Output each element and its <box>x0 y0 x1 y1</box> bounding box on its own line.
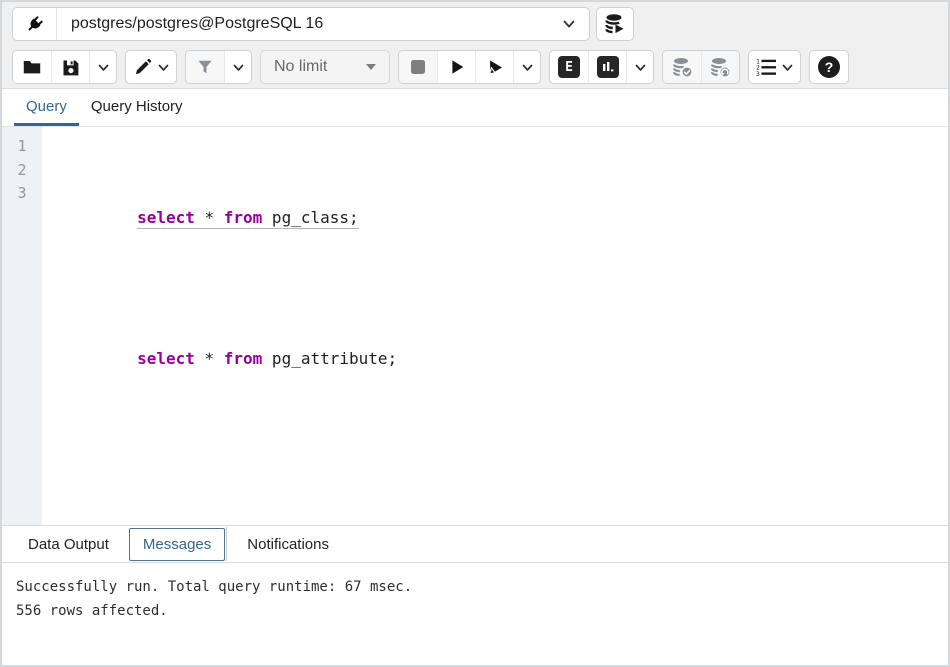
sql-text: pg_class; <box>262 208 358 227</box>
code-line-3: select * from pg_attribute; <box>60 323 948 347</box>
line-number: 1 <box>2 135 42 159</box>
tab-query-label: Query <box>26 98 67 115</box>
connection-value: postgres/postgres@PostgreSQL 16 <box>71 15 561 33</box>
messages-panel: Successfully run. Total query runtime: 6… <box>2 563 948 665</box>
explain-button[interactable]: E <box>550 51 588 83</box>
tab-query-history-label: Query History <box>91 98 183 115</box>
save-floppy-icon <box>60 57 81 78</box>
bar-chart-icon <box>597 56 619 78</box>
tab-data-output-label: Data Output <box>28 536 109 553</box>
sql-text: * <box>195 208 224 227</box>
stop-square-icon <box>409 58 427 76</box>
chevron-down-icon <box>634 61 647 74</box>
help-button-group: ? <box>809 50 849 84</box>
question-mark-icon: ? <box>818 56 840 78</box>
connection-status-button[interactable] <box>13 8 57 40</box>
tab-data-output[interactable]: Data Output <box>16 528 121 561</box>
line-number-gutter: 1 2 3 <box>2 127 42 525</box>
message-runtime: Successfully run. Total query runtime: 6… <box>16 575 934 599</box>
tab-messages[interactable]: Messages <box>129 528 225 561</box>
database-arrow-icon <box>604 13 626 35</box>
plug-icon <box>23 12 47 36</box>
tab-query-history[interactable]: Query History <box>79 89 195 126</box>
filter-funnel-icon <box>195 57 215 77</box>
sql-editor[interactable]: 1 2 3 select * from pg_class; select * f… <box>2 127 948 525</box>
rollback-button[interactable] <box>701 51 739 83</box>
executed-statement: select * from pg_class; <box>137 207 359 229</box>
chevron-down-icon <box>97 61 110 74</box>
edit-button-group <box>125 50 177 84</box>
execute-button-group <box>398 50 541 84</box>
play-from-cursor-icon <box>484 57 505 78</box>
explain-menu-button[interactable] <box>626 51 653 83</box>
new-connection-button[interactable] <box>596 7 634 41</box>
macro-button-group: 1 2 3 <box>748 50 801 84</box>
sql-text: pg_attribute; <box>262 349 397 368</box>
tab-notifications[interactable]: Notifications <box>235 528 341 561</box>
commit-button[interactable] <box>663 51 701 83</box>
explain-button-group: E <box>549 50 654 84</box>
help-button[interactable]: ? <box>810 51 848 83</box>
sql-text: * <box>195 349 224 368</box>
output-tab-bar: Data Output Messages Notifications <box>2 525 948 563</box>
chevron-down-icon <box>521 61 534 74</box>
database-rollback-icon <box>709 56 732 79</box>
sql-keyword: from <box>224 349 263 368</box>
filter-button[interactable] <box>186 51 224 83</box>
sql-keyword: select <box>137 208 195 227</box>
save-button[interactable] <box>51 51 89 83</box>
connection-bar: postgres/postgres@PostgreSQL 16 <box>2 2 948 46</box>
sql-keyword: select <box>137 349 195 368</box>
tab-divider <box>226 527 227 561</box>
connection-selector[interactable]: postgres/postgres@PostgreSQL 16 <box>57 8 589 40</box>
code-line-1: select * from pg_class; <box>60 182 948 206</box>
save-menu-button[interactable] <box>89 51 116 83</box>
file-button-group <box>12 50 117 84</box>
row-limit-value: No limit <box>274 58 327 76</box>
message-rows-affected: 556 rows affected. <box>16 599 934 623</box>
numbered-list-icon: 1 2 3 <box>755 57 777 77</box>
query-toolbar: No limit <box>2 46 948 89</box>
code-line-2 <box>60 253 948 277</box>
execute-menu-button[interactable] <box>513 51 540 83</box>
tab-messages-label: Messages <box>143 536 211 553</box>
chevron-down-icon <box>157 61 170 74</box>
svg-text:3: 3 <box>756 71 760 77</box>
execute-from-cursor-button[interactable] <box>475 51 513 83</box>
tab-query[interactable]: Query <box>14 89 79 126</box>
select-arrow-icon <box>366 64 376 70</box>
chevron-down-icon <box>781 61 794 74</box>
transaction-button-group <box>662 50 740 84</box>
edit-menu-button[interactable] <box>126 51 176 83</box>
code-area[interactable]: select * from pg_class; select * from pg… <box>42 127 948 525</box>
explain-e-icon: E <box>558 56 580 78</box>
play-icon <box>447 57 467 77</box>
open-file-button[interactable] <box>13 51 51 83</box>
database-commit-icon <box>671 56 694 79</box>
tab-notifications-label: Notifications <box>247 536 329 553</box>
chevron-down-icon <box>232 61 245 74</box>
execute-button[interactable] <box>437 51 475 83</box>
filter-menu-button[interactable] <box>224 51 251 83</box>
connection-group: postgres/postgres@PostgreSQL 16 <box>12 7 590 41</box>
query-tool-window: postgres/postgres@PostgreSQL 16 <box>0 0 950 667</box>
stop-button[interactable] <box>399 51 437 83</box>
line-number: 3 <box>2 182 42 206</box>
line-number: 2 <box>2 159 42 183</box>
macro-menu-button[interactable]: 1 2 3 <box>749 51 800 83</box>
edit-pencil-icon <box>133 57 153 77</box>
editor-tab-bar: Query Query History <box>2 89 948 127</box>
filter-button-group <box>185 50 252 84</box>
row-limit-select[interactable]: No limit <box>260 50 390 84</box>
chevron-down-icon <box>561 16 577 32</box>
open-file-folder-icon <box>21 56 43 78</box>
explain-analyze-button[interactable] <box>588 51 626 83</box>
sql-keyword: from <box>224 208 263 227</box>
